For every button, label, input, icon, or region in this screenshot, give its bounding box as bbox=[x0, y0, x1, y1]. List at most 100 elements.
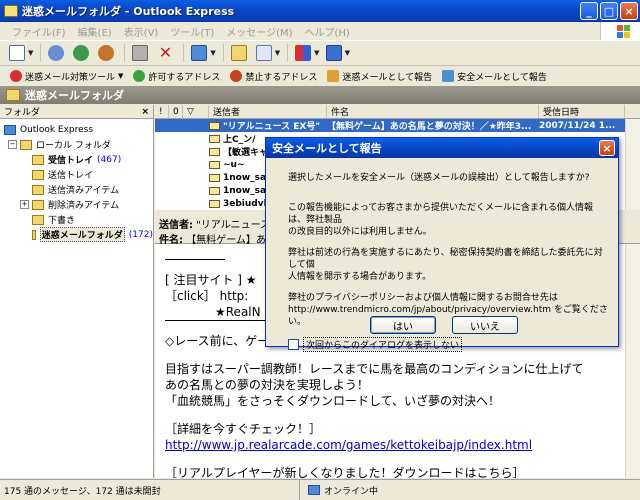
reply-all-icon bbox=[73, 45, 90, 61]
menu-file[interactable]: ファイル(F) bbox=[6, 24, 72, 39]
tree-outlook-express[interactable]: Outlook Express bbox=[0, 122, 153, 137]
column-priority[interactable]: ! bbox=[155, 105, 169, 118]
tree-sent-items[interactable]: 送信済みアイテム bbox=[0, 182, 153, 197]
envelope-icon bbox=[209, 173, 220, 182]
sent-items-icon bbox=[32, 184, 44, 195]
drafts-icon bbox=[32, 214, 44, 225]
chevron-down-icon: ▼ bbox=[118, 72, 124, 80]
allow-address-button[interactable]: 許可するアドレス bbox=[133, 70, 220, 83]
delete-icon: ✕ bbox=[158, 43, 173, 62]
envelope-icon bbox=[209, 134, 220, 143]
menu-view[interactable]: 表示(V) bbox=[118, 24, 165, 39]
collapse-icon[interactable]: − bbox=[8, 140, 17, 149]
windows-logo-icon bbox=[600, 22, 640, 40]
report-spam-button[interactable]: 迷惑メールとして報告 bbox=[327, 70, 432, 83]
dont-show-checkbox[interactable] bbox=[288, 339, 299, 350]
tree-inbox[interactable]: 受信トレイ (467) bbox=[0, 152, 153, 167]
report-spam-icon bbox=[327, 70, 340, 82]
dialog-message: 選択したメールを安全メール（迷惑メールの誤検出）として報告しますか? この報告機… bbox=[288, 173, 608, 327]
reply-button[interactable] bbox=[45, 43, 67, 63]
table-row[interactable]: "リアルニュース EX号" 【無料ゲーム】あの名馬と夢の対決！／★昨年3... … bbox=[155, 119, 640, 132]
column-received[interactable]: 受信日時 bbox=[539, 105, 625, 118]
view-icon bbox=[325, 45, 342, 61]
chevron-down-icon[interactable]: ▼ bbox=[210, 49, 215, 57]
find-button[interactable] bbox=[253, 43, 275, 63]
reply-all-button[interactable] bbox=[70, 43, 92, 63]
print-button[interactable] bbox=[129, 43, 151, 63]
envelope-icon bbox=[209, 199, 220, 208]
forward-button[interactable] bbox=[95, 43, 117, 63]
addresses-icon bbox=[230, 45, 247, 61]
dont-show-checkbox-row[interactable]: 次回からこのダイアログを表示しない bbox=[288, 337, 618, 352]
block-icon bbox=[230, 70, 243, 82]
menu-tools[interactable]: ツール(T) bbox=[164, 24, 220, 39]
tree-deleted-items[interactable]: + 削除済みアイテム bbox=[0, 197, 153, 212]
junk-folder-icon bbox=[32, 229, 36, 240]
preview-link[interactable]: ［click］ http: bbox=[165, 289, 248, 303]
antispam-icon bbox=[10, 70, 22, 82]
dialog-close-button[interactable]: × bbox=[599, 140, 615, 156]
envelope-icon bbox=[209, 160, 220, 169]
create-mail-icon bbox=[9, 45, 25, 61]
report-safe-button[interactable]: 安全メールとして報告 bbox=[442, 70, 547, 83]
menu-message[interactable]: メッセージ(M) bbox=[220, 24, 298, 39]
menu-edit[interactable]: 編集(E) bbox=[72, 24, 118, 39]
main-toolbar: ▼ ✕ ▼ ▼ ▼ ▼ bbox=[0, 40, 640, 66]
online-status: オンライン中 bbox=[300, 484, 378, 497]
menu-help[interactable]: ヘルプ(H) bbox=[299, 24, 356, 39]
folder-pane-header: フォルダ × bbox=[0, 105, 153, 119]
game-link[interactable]: http://www.jp.realarcade.com/games/ketto… bbox=[165, 437, 630, 453]
tree-local-folders[interactable]: − ローカル フォルダ bbox=[0, 137, 153, 152]
folder-header: 迷惑メールフォルダ bbox=[0, 86, 640, 104]
send-receive-button[interactable] bbox=[188, 43, 210, 63]
column-from[interactable]: 送信者 bbox=[209, 105, 327, 118]
deleted-items-icon bbox=[32, 199, 44, 210]
maximize-button[interactable]: □ bbox=[600, 2, 618, 20]
outbox-icon bbox=[32, 169, 44, 180]
find-icon bbox=[255, 45, 272, 61]
menu-bar: ファイル(F) 編集(E) 表示(V) ツール(T) メッセージ(M) ヘルプ(… bbox=[0, 22, 640, 40]
column-subject[interactable]: 件名 bbox=[327, 105, 539, 118]
minimize-button[interactable]: _ bbox=[580, 2, 598, 20]
close-button[interactable]: × bbox=[620, 2, 638, 20]
envelope-icon bbox=[209, 147, 220, 156]
envelope-icon bbox=[209, 186, 220, 195]
tree-drafts[interactable]: 下書き bbox=[0, 212, 153, 227]
outlook-express-icon bbox=[4, 5, 18, 17]
folder-icon bbox=[6, 89, 20, 101]
message-list-header: ! 0 ▽ 送信者 件名 受信日時 bbox=[155, 105, 640, 119]
addresses-button[interactable] bbox=[228, 43, 250, 63]
chevron-down-icon[interactable]: ▼ bbox=[28, 49, 33, 57]
window-title: 迷惑メールフォルダ - Outlook Express bbox=[22, 5, 235, 18]
block-address-button[interactable]: 禁止するアドレス bbox=[230, 70, 317, 83]
tree-outbox[interactable]: 送信トレイ bbox=[0, 167, 153, 182]
chevron-down-icon[interactable]: ▼ bbox=[275, 49, 280, 57]
create-mail-button[interactable] bbox=[6, 43, 28, 63]
message-count: 175 通のメッセージ、172 通は未開封 bbox=[0, 480, 300, 500]
chevron-down-icon[interactable]: ▼ bbox=[345, 49, 350, 57]
outlook-express-icon bbox=[4, 124, 16, 135]
dialog-title-bar: 安全メールとして報告 × bbox=[266, 138, 618, 158]
column-flag[interactable]: ▽ bbox=[183, 105, 209, 118]
delete-button[interactable]: ✕ bbox=[154, 43, 176, 63]
preview-scrollbar[interactable] bbox=[625, 244, 640, 478]
antispam-toolbar: 迷惑メール対策ツール ▼ 許可するアドレス 禁止するアドレス 迷惑メールとして報告… bbox=[0, 66, 640, 86]
list-scrollbar[interactable] bbox=[625, 119, 640, 210]
yes-button[interactable]: はい bbox=[370, 316, 436, 334]
tree-junk-mail[interactable]: 迷惑メールフォルダ (172) bbox=[0, 227, 153, 242]
status-bar: 175 通のメッセージ、172 通は未開封 オンライン中 bbox=[0, 479, 640, 500]
reply-icon bbox=[48, 45, 65, 61]
view-button[interactable] bbox=[323, 43, 345, 63]
report-safe-icon bbox=[442, 70, 455, 82]
folder-tree: Outlook Express − ローカル フォルダ 受信トレイ (467) 送信… bbox=[0, 119, 153, 242]
chevron-down-icon[interactable]: ▼ bbox=[314, 49, 319, 57]
expand-icon[interactable]: + bbox=[20, 200, 29, 209]
close-icon[interactable]: × bbox=[141, 107, 149, 117]
folder-icon bbox=[20, 139, 32, 150]
antispam-tools-button[interactable]: 迷惑メール対策ツール ▼ bbox=[10, 70, 123, 83]
encoding-button[interactable] bbox=[292, 43, 314, 63]
column-attachment[interactable]: 0 bbox=[169, 105, 183, 118]
no-button[interactable]: いいえ bbox=[452, 316, 518, 334]
title-bar: 迷惑メールフォルダ - Outlook Express _ □ × bbox=[0, 0, 640, 22]
send-receive-icon bbox=[191, 45, 208, 61]
